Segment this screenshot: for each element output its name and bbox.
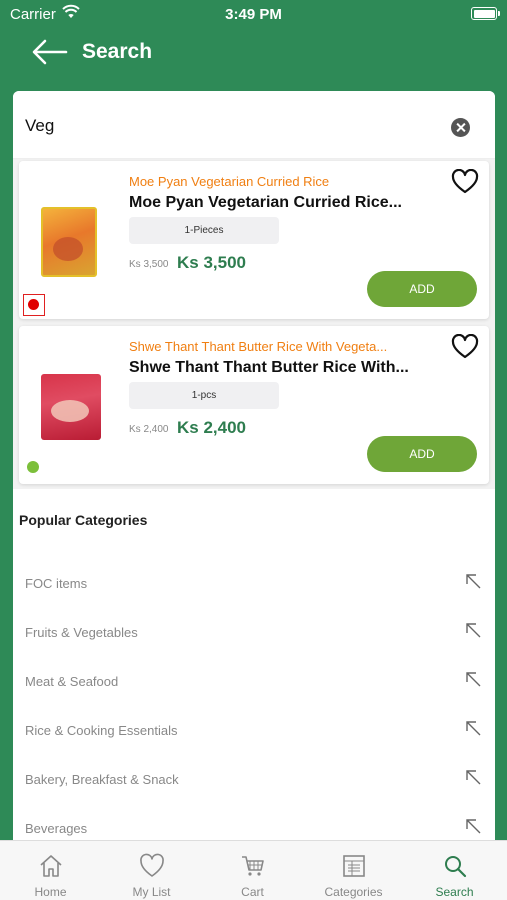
- arrow-up-left-icon: [466, 819, 481, 834]
- tab-label: Categories: [324, 885, 383, 899]
- product-card[interactable]: Shwe Thant Thant Butter Rice With Vegeta…: [19, 326, 489, 484]
- category-item[interactable]: Bakery, Breakfast & Snack: [13, 757, 495, 806]
- arrow-up-left-icon: [466, 721, 481, 736]
- product-image: [41, 207, 97, 277]
- category-label: Rice & Cooking Essentials: [25, 723, 178, 738]
- product-price: Ks 2,400: [177, 418, 246, 437]
- tab-cart[interactable]: Cart: [202, 841, 303, 900]
- tab-search[interactable]: Search: [404, 841, 505, 900]
- category-label: Beverages: [25, 821, 88, 836]
- category-item[interactable]: FOC items: [13, 561, 495, 610]
- product-image: [41, 374, 101, 440]
- arrow-up-left-icon: [466, 574, 481, 589]
- section-heading: Popular Categories: [19, 512, 148, 528]
- tab-label: Cart: [241, 885, 264, 899]
- popular-categories: Popular Categories FOC items Fruits & Ve…: [13, 489, 495, 851]
- battery-icon: [471, 7, 500, 20]
- tab-home[interactable]: Home: [0, 841, 101, 900]
- favorite-heart-icon[interactable]: [451, 169, 479, 195]
- cart-icon: [242, 856, 264, 876]
- arrow-up-left-icon: [466, 623, 481, 638]
- original-price: Ks 3,500: [129, 259, 169, 270]
- product-name: Moe Pyan Vegetarian Curried Rice...: [129, 194, 402, 211]
- arrow-up-left-icon: [466, 770, 481, 785]
- search-bar: [13, 91, 495, 159]
- unit-selector[interactable]: 1-pcs: [129, 382, 279, 409]
- clock: 3:49 PM: [225, 6, 282, 23]
- category-label: Meat & Seafood: [25, 674, 119, 689]
- tab-categories[interactable]: Categories: [303, 841, 404, 900]
- status-bar: Carrier 3:49 PM: [0, 0, 507, 28]
- tab-label: Home: [34, 885, 67, 899]
- categories-icon: [343, 855, 365, 877]
- original-price: Ks 2,400: [129, 424, 169, 435]
- product-card[interactable]: Moe Pyan Vegetarian Curried Rice Moe Pya…: [19, 161, 489, 319]
- add-to-cart-button[interactable]: ADD: [367, 271, 477, 307]
- tab-label: Search: [435, 885, 474, 899]
- tab-label: My List: [132, 885, 171, 899]
- category-label: Bakery, Breakfast & Snack: [25, 772, 179, 787]
- search-icon: [445, 856, 467, 878]
- back-button[interactable]: [30, 38, 70, 66]
- product-brand: Shwe Thant Thant Butter Rice With Vegeta…: [129, 339, 388, 354]
- arrow-up-left-icon: [466, 672, 481, 687]
- category-item[interactable]: Fruits & Vegetables: [13, 610, 495, 659]
- favorite-heart-icon[interactable]: [451, 334, 479, 360]
- non-veg-indicator-icon: [23, 294, 45, 316]
- category-item[interactable]: Rice & Cooking Essentials: [13, 708, 495, 757]
- page-title: Search: [82, 40, 153, 63]
- clear-search-icon[interactable]: [451, 118, 470, 137]
- bottom-tab-bar: Home My List Cart Categories Search: [0, 840, 507, 900]
- back-arrow-icon: [32, 39, 68, 65]
- home-icon: [40, 855, 62, 877]
- heart-icon: [140, 853, 164, 877]
- unit-selector[interactable]: 1-Pieces: [129, 217, 279, 244]
- product-brand: Moe Pyan Vegetarian Curried Rice: [129, 174, 330, 189]
- product-name: Shwe Thant Thant Butter Rice With...: [129, 359, 409, 376]
- product-price: Ks 3,500: [177, 253, 246, 272]
- category-item[interactable]: Meat & Seafood: [13, 659, 495, 708]
- search-panel: Moe Pyan Vegetarian Curried Rice Moe Pya…: [13, 91, 495, 851]
- veg-indicator-icon: [27, 461, 41, 475]
- search-input[interactable]: [25, 113, 445, 139]
- tab-my-list[interactable]: My List: [101, 841, 202, 900]
- category-label: Fruits & Vegetables: [25, 625, 138, 640]
- category-label: FOC items: [25, 576, 88, 591]
- add-to-cart-button[interactable]: ADD: [367, 436, 477, 472]
- app-header: Search: [0, 28, 507, 78]
